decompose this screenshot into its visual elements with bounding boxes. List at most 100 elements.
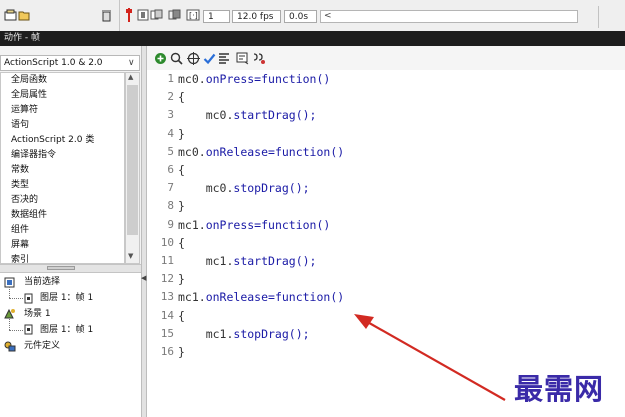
code-token-object: } bbox=[178, 345, 185, 359]
scroll-down-arrow-icon[interactable]: ▼ bbox=[128, 252, 133, 260]
line-number: 3 bbox=[167, 108, 174, 121]
line-number: 12 bbox=[160, 272, 174, 285]
script-navigator-tree: 当前选择 图层 1：帧 1 场景 1 图层 1：帧 1 元件定义 bbox=[0, 273, 142, 417]
trash-icon[interactable] bbox=[100, 9, 112, 25]
code-hint-icon[interactable] bbox=[236, 51, 250, 68]
toolbar-right-divider bbox=[598, 6, 599, 28]
tree-connector bbox=[9, 319, 10, 330]
line-number: 10 bbox=[160, 236, 174, 249]
code-token-keyword: onPress=function() bbox=[205, 72, 331, 86]
svg-text:[·]: [·] bbox=[189, 11, 198, 20]
onion-outline-icon[interactable] bbox=[168, 9, 182, 24]
add-folder-icon[interactable] bbox=[18, 9, 30, 24]
add-layer-icon[interactable] bbox=[4, 9, 18, 24]
category-item-statements[interactable]: 语句 bbox=[11, 119, 29, 131]
version-select-value: ActionScript 1.0 & 2.0 bbox=[4, 58, 103, 68]
code-token-object: } bbox=[178, 199, 185, 213]
tree-connector bbox=[9, 330, 23, 331]
category-item-as2-classes[interactable]: ActionScript 2.0 类 bbox=[11, 134, 94, 146]
code-token-object: } bbox=[178, 272, 185, 286]
code-line[interactable]: mc0.startDrag(); bbox=[178, 108, 317, 122]
code-line[interactable]: mc0.stopDrag(); bbox=[178, 181, 310, 195]
find-icon[interactable] bbox=[170, 52, 183, 68]
category-item-screens[interactable]: 屏幕 bbox=[11, 239, 29, 251]
category-item-global-properties[interactable]: 全局属性 bbox=[11, 89, 47, 101]
line-number: 7 bbox=[167, 181, 174, 194]
code-line[interactable]: mc1.stopDrag(); bbox=[178, 327, 310, 341]
line-number: 8 bbox=[167, 199, 174, 212]
category-item-index[interactable]: 索引 bbox=[11, 254, 29, 263]
code-line[interactable]: { bbox=[178, 163, 185, 177]
onion-skin-icon[interactable] bbox=[150, 9, 164, 24]
code-token-keyword: onPress=function() bbox=[205, 218, 331, 232]
code-token-object: } bbox=[178, 127, 185, 141]
chevron-down-icon[interactable]: ∨ bbox=[128, 58, 135, 69]
playhead-icon[interactable] bbox=[125, 8, 133, 25]
code-line[interactable]: mc1.onRelease=function() bbox=[178, 290, 344, 304]
code-token-keyword: startDrag(); bbox=[233, 108, 317, 122]
code-token-object: { bbox=[178, 90, 185, 104]
actionscript-version-select[interactable]: ActionScript 1.0 & 2.0 ∨ bbox=[0, 55, 140, 71]
code-token-keyword: stopDrag(); bbox=[233, 181, 310, 195]
line-number: 11 bbox=[160, 254, 174, 267]
code-token-object: mc0. bbox=[178, 72, 206, 86]
category-item-data-components[interactable]: 数据组件 bbox=[11, 209, 47, 221]
panel-title: 动作 - 帧 bbox=[4, 33, 40, 43]
line-number: 1 bbox=[167, 72, 174, 85]
code-line[interactable]: } bbox=[178, 199, 185, 213]
line-number: 13 bbox=[160, 290, 174, 303]
line-number: 16 bbox=[160, 345, 174, 358]
code-line[interactable]: mc0.onRelease=function() bbox=[178, 145, 344, 159]
scene-icon bbox=[4, 308, 16, 322]
category-item-components[interactable]: 组件 bbox=[11, 224, 29, 236]
code-line[interactable]: } bbox=[178, 127, 185, 141]
code-line[interactable]: { bbox=[178, 309, 185, 323]
splitter-grip[interactable] bbox=[47, 266, 75, 270]
frame-rate-field[interactable]: 12.0 fps bbox=[232, 10, 281, 23]
tree-item-current-selection[interactable]: 当前选择 bbox=[24, 276, 60, 288]
collapse-toolbox-arrow-icon[interactable]: ◀ bbox=[141, 274, 146, 282]
code-token-object: { bbox=[178, 163, 185, 177]
add-script-icon[interactable] bbox=[154, 52, 167, 68]
category-item-deprecated[interactable]: 否决的 bbox=[11, 194, 38, 206]
elapsed-time-field[interactable]: 0.0s bbox=[284, 10, 317, 23]
scroll-left-arrow-icon[interactable]: < bbox=[324, 11, 332, 22]
tree-connector bbox=[9, 287, 10, 298]
code-line[interactable]: } bbox=[178, 345, 185, 359]
category-scroll-thumb[interactable] bbox=[127, 85, 138, 235]
tree-item-symbol-definitions[interactable]: 元件定义 bbox=[24, 340, 60, 352]
tree-item-layer1-frame1[interactable]: 图层 1：帧 1 bbox=[40, 292, 93, 304]
category-item-global-functions[interactable]: 全局函数 bbox=[11, 74, 47, 86]
tree-item-scene-1[interactable]: 场景 1 bbox=[24, 308, 51, 320]
check-syntax-icon[interactable] bbox=[203, 52, 216, 68]
code-line[interactable]: mc1.onPress=function() bbox=[178, 218, 330, 232]
line-number: 9 bbox=[167, 218, 174, 231]
category-item-compiler-directives[interactable]: 编译器指令 bbox=[11, 149, 56, 161]
code-line[interactable]: { bbox=[178, 236, 185, 250]
category-item-constants[interactable]: 常数 bbox=[11, 164, 29, 176]
timeline-horizontal-scrollbar[interactable]: < bbox=[320, 10, 578, 23]
center-frame-icon[interactable] bbox=[137, 9, 149, 24]
code-token-object: { bbox=[178, 309, 185, 323]
code-line[interactable]: mc1.startDrag(); bbox=[178, 254, 317, 268]
code-token-object: mc1. bbox=[178, 218, 206, 232]
code-token-keyword: onRelease=function() bbox=[205, 290, 345, 304]
code-line[interactable]: mc0.onPress=function() bbox=[178, 72, 330, 86]
line-number: 2 bbox=[167, 90, 174, 103]
auto-format-icon[interactable] bbox=[218, 52, 230, 68]
debug-options-icon[interactable] bbox=[252, 51, 266, 68]
tree-item-scene1-layer1-frame1[interactable]: 图层 1：帧 1 bbox=[40, 324, 93, 336]
actions-category-list: 全局函数 全局属性 运算符 语句 ActionScript 2.0 类 编译器指… bbox=[0, 72, 125, 264]
line-number: 4 bbox=[167, 127, 174, 140]
script-editor-toolbar bbox=[147, 46, 625, 71]
target-icon[interactable] bbox=[187, 52, 200, 68]
current-frame-field[interactable]: 1 bbox=[203, 10, 230, 23]
edit-multiple-frames-icon[interactable]: [·] bbox=[186, 9, 200, 24]
code-line[interactable]: } bbox=[178, 272, 185, 286]
category-item-operators[interactable]: 运算符 bbox=[11, 104, 38, 116]
actions-panel-titlebar[interactable]: 动作 - 帧 bbox=[0, 31, 625, 46]
scroll-up-arrow-icon[interactable]: ▲ bbox=[128, 73, 133, 81]
code-token-object: mc0. bbox=[178, 108, 234, 122]
code-line[interactable]: { bbox=[178, 90, 185, 104]
category-item-types[interactable]: 类型 bbox=[11, 179, 29, 191]
